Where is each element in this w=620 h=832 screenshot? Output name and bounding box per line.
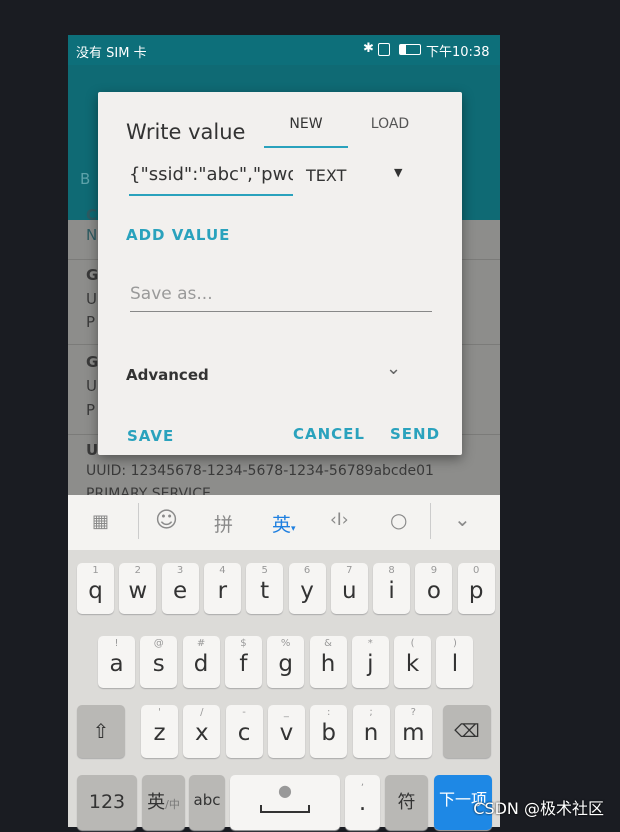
backspace-key[interactable]: ⌫ xyxy=(443,705,491,758)
numbers-key[interactable]: 123 xyxy=(77,775,137,830)
key-j[interactable]: * j xyxy=(351,636,389,688)
key-k[interactable]: (k xyxy=(394,636,432,688)
space-icon xyxy=(260,805,310,813)
shift-key[interactable]: ⇧ xyxy=(77,705,125,758)
key-r[interactable]: 4r xyxy=(203,563,241,614)
key-h[interactable]: & h xyxy=(309,636,347,688)
key-i[interactable]: 8i xyxy=(373,563,411,614)
key-t[interactable]: 5t xyxy=(246,563,284,614)
bluetooth-icon: ✱ xyxy=(363,41,374,56)
key-g[interactable]: % g xyxy=(267,636,305,688)
nfc-icon xyxy=(378,43,390,56)
key-u[interactable]: 7u xyxy=(330,563,368,614)
key-o[interactable]: 9o xyxy=(415,563,453,614)
microphone-icon: ● xyxy=(278,781,292,800)
dropdown-arrow-icon: ▼ xyxy=(394,166,403,179)
key-f[interactable]: $ f xyxy=(224,636,262,688)
key-n[interactable]: ; n xyxy=(352,705,390,758)
key-c[interactable]: -c xyxy=(225,705,263,758)
send-button[interactable]: SEND xyxy=(390,425,440,443)
tab-load[interactable]: LOAD xyxy=(350,116,430,132)
abc-key[interactable]: abc xyxy=(189,775,225,830)
language-key[interactable]: 英/中 xyxy=(142,775,185,830)
divider xyxy=(138,503,139,539)
carrier-label: 没有 SIM 卡 xyxy=(76,46,147,61)
status-bar: 没有 SIM 卡 ✱ 下午10:38 xyxy=(68,35,500,65)
key-b[interactable]: :b xyxy=(310,705,348,758)
key-z[interactable]: ' z xyxy=(141,705,178,758)
clock: 下午10:38 xyxy=(426,45,490,60)
key-e[interactable]: 3e xyxy=(161,563,199,614)
divider xyxy=(430,503,431,539)
write-value-dialog: Write value NEW LOAD {"ssid":"abc","pwd … xyxy=(98,92,462,455)
grid-icon[interactable]: ▦ xyxy=(92,511,109,532)
emoji-icon[interactable]: ☺ xyxy=(155,508,178,533)
key-m[interactable]: ? m xyxy=(394,705,432,758)
punctuation-key[interactable]: ,. xyxy=(345,775,380,830)
key-q[interactable]: 1q xyxy=(77,563,114,614)
cancel-button[interactable]: CANCEL xyxy=(293,425,365,443)
tab-letter: B xyxy=(80,170,91,188)
backspace-icon: ⌫ xyxy=(454,721,480,742)
tab-new[interactable]: NEW xyxy=(264,116,348,148)
save-as-input[interactable]: Save as... xyxy=(130,284,432,312)
key-s[interactable]: @ s xyxy=(140,636,178,688)
key-x[interactable]: / x xyxy=(183,705,221,758)
key-d[interactable]: # d xyxy=(182,636,220,688)
save-button[interactable]: SAVE xyxy=(127,427,174,445)
type-select[interactable]: TEXT ▼ xyxy=(306,166,416,192)
collapse-icon[interactable]: ⌄ xyxy=(454,507,471,531)
battery-icon xyxy=(399,44,421,55)
key-a[interactable]: ! a xyxy=(98,636,135,688)
key-y[interactable]: 6y xyxy=(288,563,326,614)
key-v[interactable]: _ v xyxy=(267,705,305,758)
key-w[interactable]: 2w xyxy=(119,563,157,614)
soft-keyboard: ▦ ☺ 拼 英▾ ‹I› ○ ⌄ ⇧ ⌫ 123 英/中 abc ● ,. 符 … xyxy=(68,495,500,830)
pinyin-button[interactable]: 拼 xyxy=(214,510,233,537)
search-icon[interactable]: ○ xyxy=(390,508,407,532)
keyboard-toolbar: ▦ ☺ 拼 英▾ ‹I› ○ ⌄ xyxy=(68,495,500,550)
shift-icon: ⇧ xyxy=(92,719,110,743)
uuid-text: UUID: 12345678-1234-5678-1234-56789abcde… xyxy=(86,463,434,479)
key-l[interactable]: ) l xyxy=(436,636,474,688)
key-p[interactable]: 0p xyxy=(457,563,495,614)
advanced-label[interactable]: Advanced xyxy=(126,366,209,384)
dialog-title: Write value xyxy=(126,120,246,144)
value-input[interactable]: {"ssid":"abc","pwd xyxy=(129,164,293,196)
english-button[interactable]: 英▾ xyxy=(272,510,296,537)
space-key[interactable]: ● xyxy=(230,775,340,830)
watermark: CSDN @极术社区 xyxy=(473,799,604,818)
cursor-icon[interactable]: ‹I› xyxy=(330,510,349,530)
symbols-key[interactable]: 符 xyxy=(385,775,428,830)
add-value-button[interactable]: ADD VALUE xyxy=(126,226,230,244)
chevron-down-icon[interactable]: ⌄ xyxy=(386,358,401,379)
